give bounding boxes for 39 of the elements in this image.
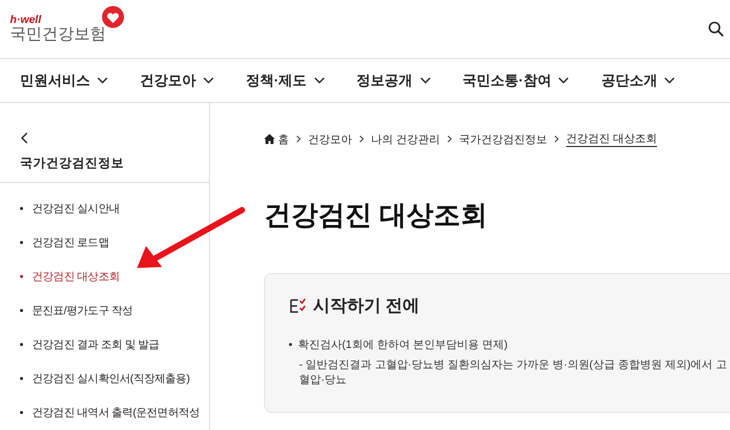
chevron-down-icon [314, 77, 325, 84]
breadcrumb-link[interactable]: 건강모아 [308, 132, 352, 146]
sidebar-menu-item[interactable]: 문진표/평가도구 작성 [20, 293, 209, 327]
sidebar-menu-item[interactable]: 건강검진 내역서 출력(운전면허적성 [20, 395, 209, 429]
chevron-down-icon [420, 77, 431, 84]
chevron-right-icon [447, 135, 452, 143]
sidebar-menu-item[interactable]: 건강검진 실시안내 [20, 191, 209, 225]
logo-text: 국민건강보험 [10, 26, 106, 44]
sidebar-menu-item[interactable]: 건강검진 로드맵 [20, 225, 209, 259]
logo-tagline: h·well [10, 14, 42, 26]
nav-menu-item[interactable]: 건강모아 [140, 72, 214, 90]
sidebar-menu-item[interactable]: 건강검진 대상조회 [20, 259, 209, 293]
breadcrumb-link[interactable]: 나의 건강관리 [371, 132, 440, 146]
nav-menu-item[interactable]: 정책·제도 [246, 72, 325, 90]
chevron-right-icon [359, 135, 364, 143]
chevron-down-icon [558, 77, 570, 84]
card-title: 시작하기 전에 [313, 295, 420, 317]
chevron-down-icon [203, 77, 214, 84]
chevron-down-icon [664, 77, 676, 84]
home-icon [264, 134, 275, 144]
back-chevron-icon[interactable] [20, 132, 28, 144]
sidebar-menu-item[interactable]: 건강검진 실시확인서(직장제출용) [20, 361, 209, 395]
nav-menu-item[interactable]: 정보공개 [356, 72, 431, 90]
page-title: 건강검진 대상조회 [264, 199, 489, 232]
breadcrumb-link[interactable]: 홈 [278, 132, 289, 146]
nav-menu-item[interactable]: 국민소통·참여 [462, 72, 570, 90]
sub-text: - 일반검진결과 고혈압·당뇨병 질환의심자는 가까운 병·의원(상급 종합병원 제외)에서 고혈압·당뇨 [298, 358, 728, 388]
chevron-right-icon [554, 135, 560, 143]
sidebar-menu-item[interactable]: 건강검진 결과 조회 및 발급 [20, 327, 209, 361]
chevron-down-icon [97, 77, 108, 84]
nav-menu-item[interactable]: 공단소개 [601, 72, 676, 90]
checklist-icon [289, 296, 307, 314]
nav-menu-item[interactable]: 민원서비스 [20, 72, 108, 90]
search-icon[interactable] [708, 21, 724, 37]
chevron-right-icon [296, 135, 301, 143]
breadcrumb-current[interactable]: 건강검진 대상조회 [566, 131, 658, 147]
sidebar-title: 국가건강검진정보 [20, 155, 125, 172]
breadcrumb-link[interactable]: 국가건강검진정보 [459, 132, 548, 146]
bullet-text: 확진검사(1회에 한하여 본인부담비용 면제) [289, 337, 730, 352]
